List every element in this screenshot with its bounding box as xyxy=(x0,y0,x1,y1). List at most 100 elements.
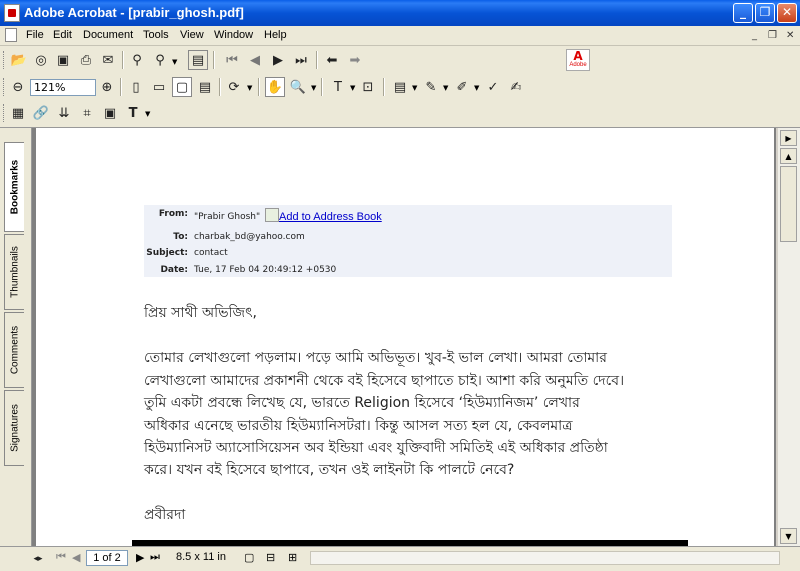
graphics-select-icon[interactable]: ⊡ xyxy=(358,77,378,97)
movie-tool-icon[interactable]: ▦ xyxy=(8,103,28,123)
toolbar-row-1: 📂 ◎ ▣ ⎙ ✉ ⚲ ⚲ ▼ ▤ ⏮ ◀ ▶ ⏭ ⬅ ➡ A Adobe xyxy=(0,46,800,74)
menu-help[interactable]: Help xyxy=(264,29,287,41)
scroll-down-icon[interactable]: ▼ xyxy=(780,528,797,544)
note-tool-icon[interactable]: ▤ xyxy=(390,77,410,97)
search-dropdown-icon[interactable]: ▼ xyxy=(172,58,177,66)
restore-button[interactable]: ❐ xyxy=(755,3,775,23)
signature-icon[interactable]: ✍ xyxy=(506,77,526,97)
email-icon[interactable]: ✉ xyxy=(98,50,118,70)
web-open-icon[interactable]: ◎ xyxy=(31,50,51,70)
page-number-field[interactable]: 1 of 2 xyxy=(86,550,128,566)
highlight-tool-icon[interactable]: ✐ xyxy=(452,77,472,97)
title-bar: Adobe Acrobat - [prabir_ghosh.pdf] _ ❐ ✕ xyxy=(0,0,800,26)
continuous-facing-icon[interactable]: ⊞ xyxy=(288,551,297,564)
tab-comments[interactable]: Comments xyxy=(4,312,24,388)
horizontal-scrollbar[interactable] xyxy=(310,551,780,565)
link-tool-icon[interactable]: 🔗 xyxy=(31,103,51,123)
rotate-dropdown-icon[interactable]: ▼ xyxy=(247,84,252,92)
form-tool-icon[interactable]: ▣ xyxy=(100,103,120,123)
find-icon[interactable]: ⚲ xyxy=(127,50,147,70)
actual-size-icon[interactable]: ▯ xyxy=(126,77,146,97)
zoom-tool-icon[interactable]: 🔍 xyxy=(288,77,308,97)
scroll-thumb[interactable] xyxy=(780,166,797,242)
rotate-view-icon[interactable]: ⟳ xyxy=(224,77,244,97)
scroll-next-page-icon[interactable]: ▶ xyxy=(780,130,797,146)
fit-visible-icon[interactable]: ▤ xyxy=(195,77,215,97)
first-page-status-icon[interactable]: ⏮ xyxy=(56,551,66,564)
crop-tool-icon[interactable]: ⌗ xyxy=(77,103,97,123)
date-label: Date: xyxy=(160,265,188,275)
first-page-icon[interactable]: ⏮ xyxy=(222,50,242,70)
pane-toggle-icon[interactable]: ◂▸ xyxy=(28,549,48,569)
menu-view[interactable]: View xyxy=(180,29,204,41)
close-button[interactable]: ✕ xyxy=(777,3,797,23)
toolbar-row-2: ⊖ ▼ ⊕ ▯ ▭ ▢ ▤ ⟳ ▼ ✋ 🔍 ▼ T ▼ ⊡ ▤ ▼ ✎ ▼ ✐ … xyxy=(0,74,800,100)
note-dropdown-icon[interactable]: ▼ xyxy=(412,84,417,92)
go-back-icon[interactable]: ⬅ xyxy=(322,50,342,70)
toolbar-grip-3[interactable] xyxy=(3,104,7,122)
window-title: Adobe Acrobat - [prabir_ghosh.pdf] xyxy=(24,5,244,20)
fit-page-icon[interactable]: ▭ xyxy=(149,77,169,97)
touchup-text-icon[interactable]: T xyxy=(123,103,143,123)
menu-bar: File Edit Document Tools View Window Hel… xyxy=(0,26,800,46)
add-to-address-book-link[interactable]: Add to Address Book xyxy=(279,211,382,223)
adobe-logo-text: Adobe xyxy=(569,62,587,68)
doc-close-icon[interactable]: ✕ xyxy=(786,30,794,41)
toolbar-row-3: ▦ 🔗 ⇊ ⌗ ▣ T ▼ xyxy=(0,100,800,128)
menu-tools[interactable]: Tools xyxy=(143,29,169,41)
toolbar-grip[interactable] xyxy=(3,51,7,69)
from-value: "Prabir Ghosh" xyxy=(194,212,261,222)
zoom-level-input[interactable]: 121% xyxy=(30,79,96,96)
doc-restore-icon[interactable]: ❐ xyxy=(768,30,777,41)
adobe-logo[interactable]: A Adobe xyxy=(566,49,590,71)
menu-document[interactable]: Document xyxy=(83,29,133,41)
pencil-tool-icon[interactable]: ✎ xyxy=(421,77,441,97)
menu-edit[interactable]: Edit xyxy=(53,29,72,41)
text-select-dropdown-icon[interactable]: ▼ xyxy=(350,84,355,92)
zoom-tool-dropdown-icon[interactable]: ▼ xyxy=(311,84,316,92)
previous-page-icon[interactable]: ◀ xyxy=(245,50,265,70)
go-forward-icon[interactable]: ➡ xyxy=(345,50,365,70)
continuous-icon[interactable]: ⊟ xyxy=(266,551,275,564)
hand-tool-icon[interactable]: ✋ xyxy=(265,77,285,97)
next-page-icon[interactable]: ▶ xyxy=(268,50,288,70)
document-view[interactable]: From: "Prabir Ghosh" Add to Address Book… xyxy=(32,128,776,546)
date-value: Tue, 17 Feb 04 20:49:12 +0530 xyxy=(194,265,337,275)
open-icon[interactable]: 📂 xyxy=(9,50,29,70)
toolbar-grip-2[interactable] xyxy=(3,78,7,96)
fit-width-icon[interactable]: ▢ xyxy=(172,77,192,97)
minimize-button[interactable]: _ xyxy=(733,3,753,23)
tab-bookmarks[interactable]: Bookmarks xyxy=(4,142,24,232)
acrobat-app-icon xyxy=(4,4,20,22)
spell-check-icon[interactable]: ✓ xyxy=(483,77,503,97)
tab-thumbnails-label: Thumbnails xyxy=(9,246,20,298)
vertical-scrollbar[interactable]: ▶ ▲ ▼ xyxy=(778,128,800,546)
previous-page-status-icon[interactable]: ◀ xyxy=(72,551,80,564)
highlight-dropdown-icon[interactable]: ▼ xyxy=(474,84,479,92)
print-icon[interactable]: ⎙ xyxy=(76,50,96,70)
next-page-status-icon[interactable]: ▶ xyxy=(136,551,144,564)
tab-thumbnails[interactable]: Thumbnails xyxy=(4,234,24,310)
touchup-dropdown-icon[interactable]: ▼ xyxy=(145,110,150,118)
pencil-dropdown-icon[interactable]: ▼ xyxy=(443,84,448,92)
last-page-status-icon[interactable]: ⏭ xyxy=(150,551,160,564)
tab-signatures[interactable]: Signatures xyxy=(4,390,24,466)
save-icon[interactable]: ▣ xyxy=(53,50,73,70)
search-icon[interactable]: ⚲ xyxy=(150,50,170,70)
subject-value: contact xyxy=(194,248,228,258)
last-page-icon[interactable]: ⏭ xyxy=(291,50,311,70)
zoom-out-icon[interactable]: ⊖ xyxy=(8,77,28,97)
tab-signatures-label: Signatures xyxy=(9,404,20,452)
text-select-icon[interactable]: T xyxy=(328,77,348,97)
single-page-icon[interactable]: ▢ xyxy=(244,551,254,564)
from-label: From: xyxy=(158,209,188,219)
doc-minimize-icon[interactable]: _ xyxy=(752,30,757,41)
show-navigation-pane-icon[interactable]: ▤ xyxy=(188,50,208,70)
zoom-in-icon[interactable]: ⊕ xyxy=(97,77,117,97)
tab-bookmarks-label: Bookmarks xyxy=(9,159,20,215)
menu-window[interactable]: Window xyxy=(214,29,253,41)
article-tool-icon[interactable]: ⇊ xyxy=(54,103,74,123)
menu-file[interactable]: File xyxy=(26,29,44,41)
scroll-up-icon[interactable]: ▲ xyxy=(780,148,797,164)
document-icon[interactable] xyxy=(5,28,17,42)
